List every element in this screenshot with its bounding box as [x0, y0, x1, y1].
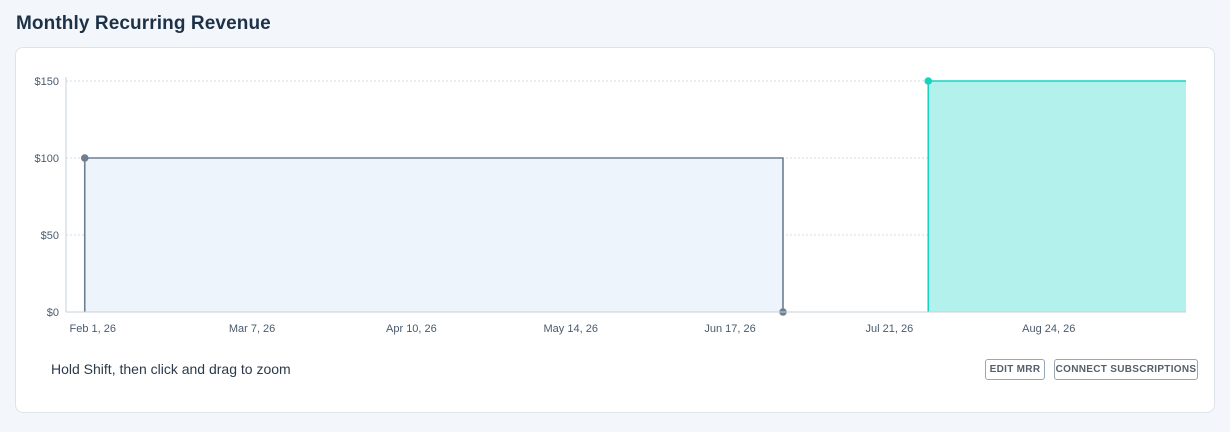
series-2-area — [928, 81, 1186, 312]
y-tick-label: $0 — [47, 307, 59, 319]
x-tick-label: Aug 24, 26 — [1022, 323, 1075, 335]
series-1-area — [84, 158, 783, 312]
series-2-point[interactable] — [924, 77, 933, 85]
connect-subscriptions-button[interactable]: CONNECT SUBSCRIPTIONS — [1054, 359, 1198, 380]
y-tick-label: $50 — [41, 230, 59, 242]
x-tick-label: Jul 21, 26 — [866, 323, 914, 335]
y-tick-label: $100 — [35, 153, 59, 165]
y-tick-label: $150 — [35, 76, 59, 88]
x-tick-label: Jun 17, 26 — [704, 323, 755, 335]
edit-mrr-button[interactable]: EDIT MRR — [985, 359, 1045, 380]
x-tick-label: Apr 10, 26 — [386, 323, 437, 335]
x-tick-label: May 14, 26 — [544, 323, 598, 335]
zoom-hint: Hold Shift, then click and drag to zoom — [51, 361, 291, 377]
x-tick-label: Mar 7, 26 — [229, 323, 275, 335]
series-layer — [83, 80, 1186, 312]
x-tick-label: Feb 1, 26 — [70, 323, 116, 335]
series-1-point[interactable] — [80, 154, 89, 162]
